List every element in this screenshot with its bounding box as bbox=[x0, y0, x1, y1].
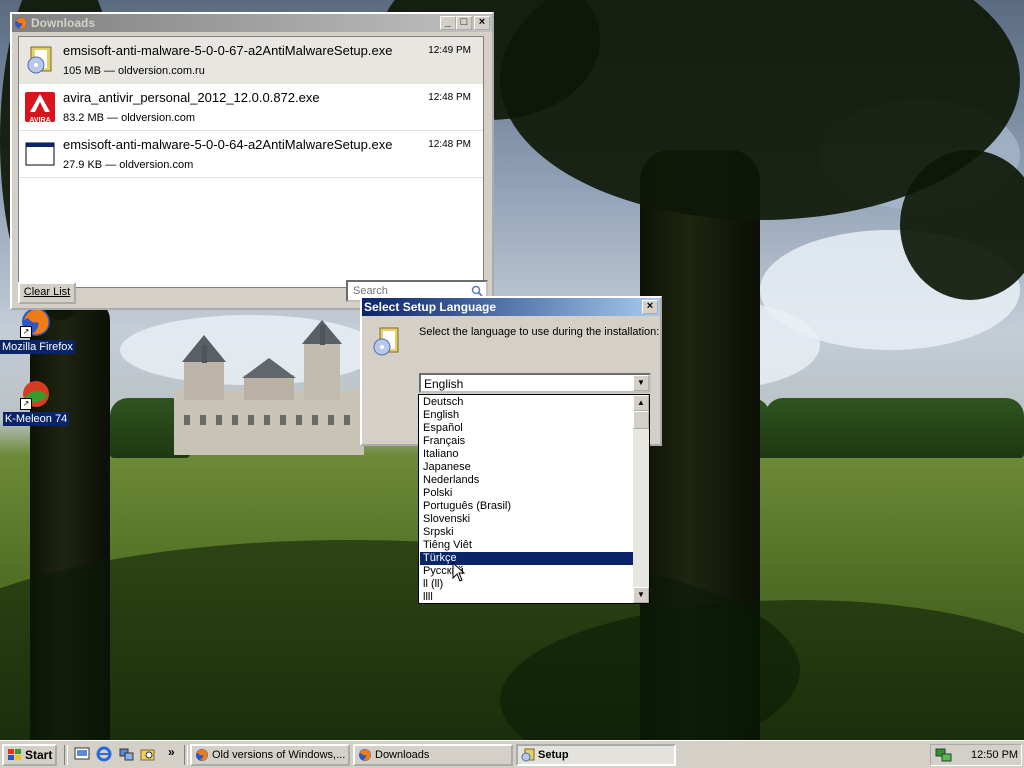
downloads-titlebar[interactable]: Downloads _ □ × bbox=[12, 14, 492, 32]
download-time: 12:49 PM bbox=[428, 45, 471, 56]
download-item[interactable]: emsisoft-anti-malware-5-0-0-64-a2AntiMal… bbox=[19, 131, 483, 178]
window-file-icon bbox=[25, 139, 55, 169]
language-select[interactable]: English ▼ bbox=[419, 373, 651, 393]
language-option[interactable]: Italiano bbox=[420, 448, 634, 461]
download-item[interactable]: AVIRA avira_antivir_personal_2012_12.0.0… bbox=[19, 84, 483, 131]
castle-illustration bbox=[174, 320, 364, 455]
network-icon[interactable] bbox=[118, 746, 134, 762]
firefox-icon bbox=[359, 749, 371, 761]
scroll-up-icon[interactable]: ▲ bbox=[633, 395, 649, 411]
taskbar-item-downloads[interactable]: Downloads bbox=[353, 744, 513, 766]
search-folder-icon[interactable] bbox=[140, 746, 156, 762]
windows-logo-icon bbox=[8, 749, 21, 760]
taskbar-item-old-versions[interactable]: Old versions of Windows,... bbox=[190, 744, 350, 766]
language-option[interactable]: Polski bbox=[420, 487, 634, 500]
download-filename[interactable]: emsisoft-anti-malware-5-0-0-67-a2AntiMal… bbox=[63, 43, 392, 58]
download-item[interactable]: emsisoft-anti-malware-5-0-0-67-a2AntiMal… bbox=[19, 37, 483, 84]
language-option[interactable]: Srpski bbox=[420, 526, 634, 539]
setup-icon bbox=[370, 326, 400, 361]
download-time: 12:48 PM bbox=[428, 139, 471, 150]
window-title: Downloads bbox=[31, 16, 96, 30]
quicklaunch-more[interactable]: » bbox=[168, 745, 175, 759]
scroll-down-icon[interactable]: ▼ bbox=[633, 587, 649, 603]
download-filename[interactable]: emsisoft-anti-malware-5-0-0-64-a2AntiMal… bbox=[63, 137, 392, 152]
task-label: Old versions of Windows,... bbox=[212, 749, 346, 761]
language-option[interactable]: Français bbox=[420, 435, 634, 448]
language-option[interactable]: Deutsch bbox=[420, 396, 634, 409]
maximize-button[interactable]: □ bbox=[456, 16, 472, 30]
task-label: Setup bbox=[538, 749, 569, 761]
download-filename[interactable]: avira_antivir_personal_2012_12.0.0.872.e… bbox=[63, 90, 320, 105]
setup-package-icon bbox=[25, 45, 55, 75]
dropdown-scrollbar[interactable]: ▲ ▼ bbox=[633, 395, 649, 603]
firefox-icon bbox=[196, 749, 208, 761]
desktop-icon-kmeleon[interactable]: ↗ K-Meleon 74 bbox=[0, 378, 72, 426]
firefox-icon bbox=[15, 17, 27, 29]
dialog-title: Select Setup Language bbox=[364, 300, 497, 314]
language-option[interactable]: Nederlands bbox=[420, 474, 634, 487]
system-tray: 12:50 PM bbox=[930, 744, 1022, 766]
start-button[interactable]: Start bbox=[2, 744, 57, 766]
downloads-window[interactable]: Downloads _ □ × emsisoft-anti-malware-5-… bbox=[10, 12, 494, 310]
language-option[interactable]: Slovenski bbox=[420, 513, 634, 526]
desktop-icon-label: Mozilla Firefox bbox=[0, 340, 75, 354]
taskbar-item-setup[interactable]: Setup bbox=[516, 744, 676, 766]
desktop-icon-label: K-Meleon 74 bbox=[2, 412, 70, 426]
start-label: Start bbox=[25, 748, 53, 762]
language-option[interactable]: Español bbox=[420, 422, 634, 435]
task-label: Downloads bbox=[375, 749, 430, 761]
language-option[interactable]: English bbox=[420, 409, 634, 422]
download-meta: 27.9 KB — oldversion.com bbox=[63, 159, 194, 171]
setup-prompt: Select the language to use during the in… bbox=[419, 326, 660, 338]
language-option[interactable]: Tiêng Viêt bbox=[420, 539, 634, 552]
show-desktop-icon[interactable] bbox=[74, 746, 90, 762]
downloads-list[interactable]: emsisoft-anti-malware-5-0-0-67-a2AntiMal… bbox=[18, 36, 484, 288]
setup-icon bbox=[521, 748, 535, 762]
close-button[interactable]: × bbox=[474, 16, 490, 30]
kmeleon-icon: ↗ bbox=[20, 378, 52, 410]
scrollbar-thumb[interactable] bbox=[633, 411, 649, 429]
taskbar: Start » Old versions of Windows,... Down… bbox=[0, 740, 1024, 768]
minimize-button[interactable]: _ bbox=[440, 16, 456, 30]
clock[interactable]: 12:50 PM bbox=[971, 749, 1018, 761]
clear-list-button[interactable]: Clear List bbox=[18, 282, 76, 304]
language-option[interactable]: llll bbox=[420, 591, 634, 603]
language-selected-value: English bbox=[424, 377, 464, 391]
download-time: 12:48 PM bbox=[428, 92, 471, 103]
firefox-icon: ↗ bbox=[20, 306, 52, 338]
mouse-cursor-icon bbox=[452, 562, 466, 582]
desktop-icon-firefox[interactable]: ↗ Mozilla Firefox bbox=[0, 306, 75, 354]
close-button[interactable]: × bbox=[642, 300, 658, 314]
chevron-down-icon[interactable]: ▼ bbox=[633, 375, 649, 391]
download-meta: 83.2 MB — oldversion.com bbox=[63, 112, 196, 124]
internet-explorer-icon[interactable] bbox=[96, 746, 112, 762]
language-option[interactable]: Português (Brasil) bbox=[420, 500, 634, 513]
network-status-icon[interactable] bbox=[935, 747, 953, 763]
setup-titlebar[interactable]: Select Setup Language × bbox=[362, 298, 660, 316]
download-meta: 105 MB — oldversion.com.ru bbox=[63, 65, 205, 77]
avira-badge-text: AVIRA bbox=[29, 117, 51, 124]
language-option[interactable]: Japanese bbox=[420, 461, 634, 474]
avira-icon: AVIRA bbox=[25, 92, 55, 124]
